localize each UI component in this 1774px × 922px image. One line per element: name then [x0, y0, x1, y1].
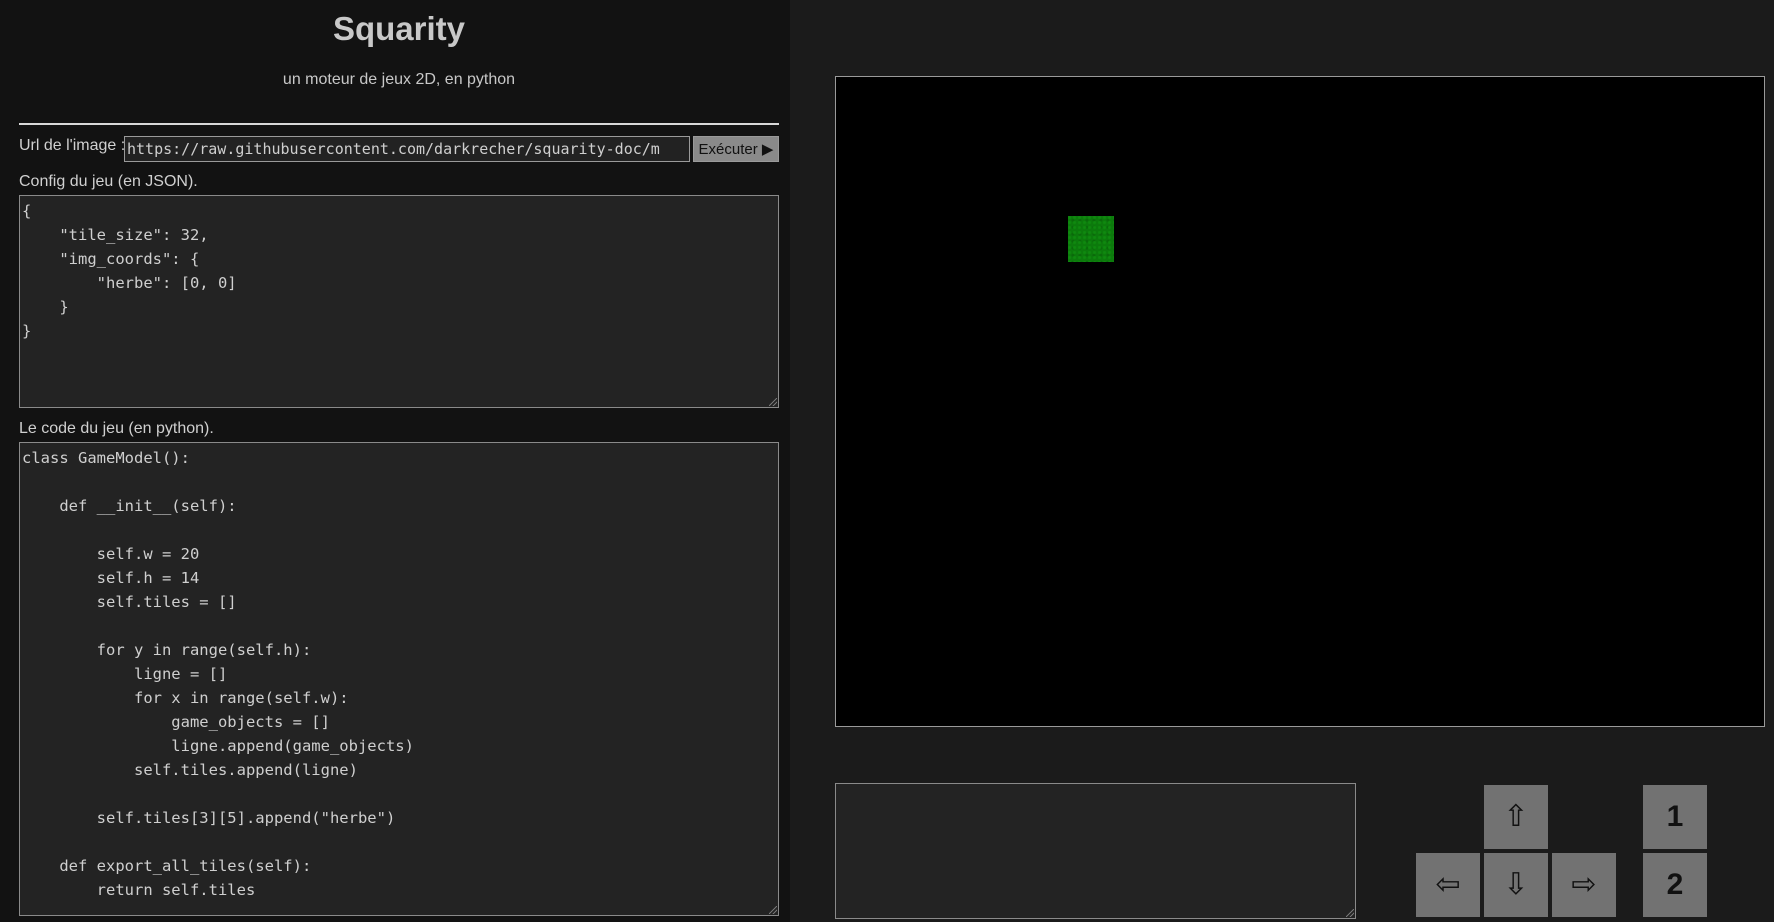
- image-url-label: Url de l'image :: [19, 137, 126, 154]
- python-code-textarea[interactable]: class GameModel(): def __init__(self): s…: [19, 442, 779, 916]
- right-arrow-button[interactable]: ⇨: [1552, 853, 1616, 917]
- config-json-textarea[interactable]: { "tile_size": 32, "img_coords": { "herb…: [19, 195, 779, 408]
- code-line: for x in range(self.w):: [22, 689, 349, 707]
- code-line: }: [22, 322, 32, 340]
- code-label: Le code du jeu (en python).: [19, 420, 214, 437]
- action-2-button[interactable]: 2: [1643, 853, 1707, 917]
- execute-button[interactable]: Exécuter ▶: [693, 136, 779, 162]
- code-line: {: [22, 202, 32, 220]
- resize-grip-icon[interactable]: [769, 906, 777, 914]
- code-line: self.h = 14: [22, 569, 200, 587]
- code-line: "img_coords": {: [22, 250, 200, 268]
- code-line: }: [22, 298, 69, 316]
- code-line: ligne = []: [22, 665, 228, 683]
- code-line: return self.tiles: [22, 881, 256, 899]
- code-line: def export_all_tiles(self):: [22, 857, 312, 875]
- code-line: def __init__(self):: [22, 497, 237, 515]
- game-console-textarea[interactable]: [835, 783, 1356, 919]
- up-arrow-button[interactable]: ⇧: [1484, 785, 1548, 849]
- code-line: self.tiles.append(ligne): [22, 761, 358, 779]
- code-line: for y in range(self.h):: [22, 641, 312, 659]
- page-title: Squarity: [332, 10, 466, 47]
- squarity-page: Squarity un moteur de jeux 2D, en python…: [0, 0, 1774, 922]
- header-divider: [19, 123, 779, 125]
- left-arrow-button[interactable]: ⇦: [1416, 853, 1480, 917]
- game-canvas[interactable]: [835, 76, 1765, 727]
- code-line: "tile_size": 32,: [22, 226, 209, 244]
- code-line: game_objects = []: [22, 713, 330, 731]
- code-line: class GameModel():: [22, 449, 190, 467]
- page-subtitle: un moteur de jeux 2D, en python: [282, 71, 516, 88]
- image-url-input[interactable]: https://raw.githubusercontent.com/darkre…: [124, 136, 690, 162]
- code-line: ligne.append(game_objects): [22, 737, 414, 755]
- resize-grip-icon[interactable]: [1346, 909, 1354, 917]
- config-label: Config du jeu (en JSON).: [19, 173, 198, 190]
- editor-panel: Squarity un moteur de jeux 2D, en python…: [0, 0, 790, 922]
- code-line: self.w = 20: [22, 545, 200, 563]
- code-line: self.tiles[3][5].append("herbe"): [22, 809, 396, 827]
- down-arrow-button[interactable]: ⇩: [1484, 853, 1548, 917]
- code-line: "herbe": [0, 0]: [22, 274, 237, 292]
- action-1-button[interactable]: 1: [1643, 785, 1707, 849]
- resize-grip-icon[interactable]: [769, 398, 777, 406]
- herbe-tile: [1068, 216, 1114, 262]
- code-line: self.tiles = []: [22, 593, 237, 611]
